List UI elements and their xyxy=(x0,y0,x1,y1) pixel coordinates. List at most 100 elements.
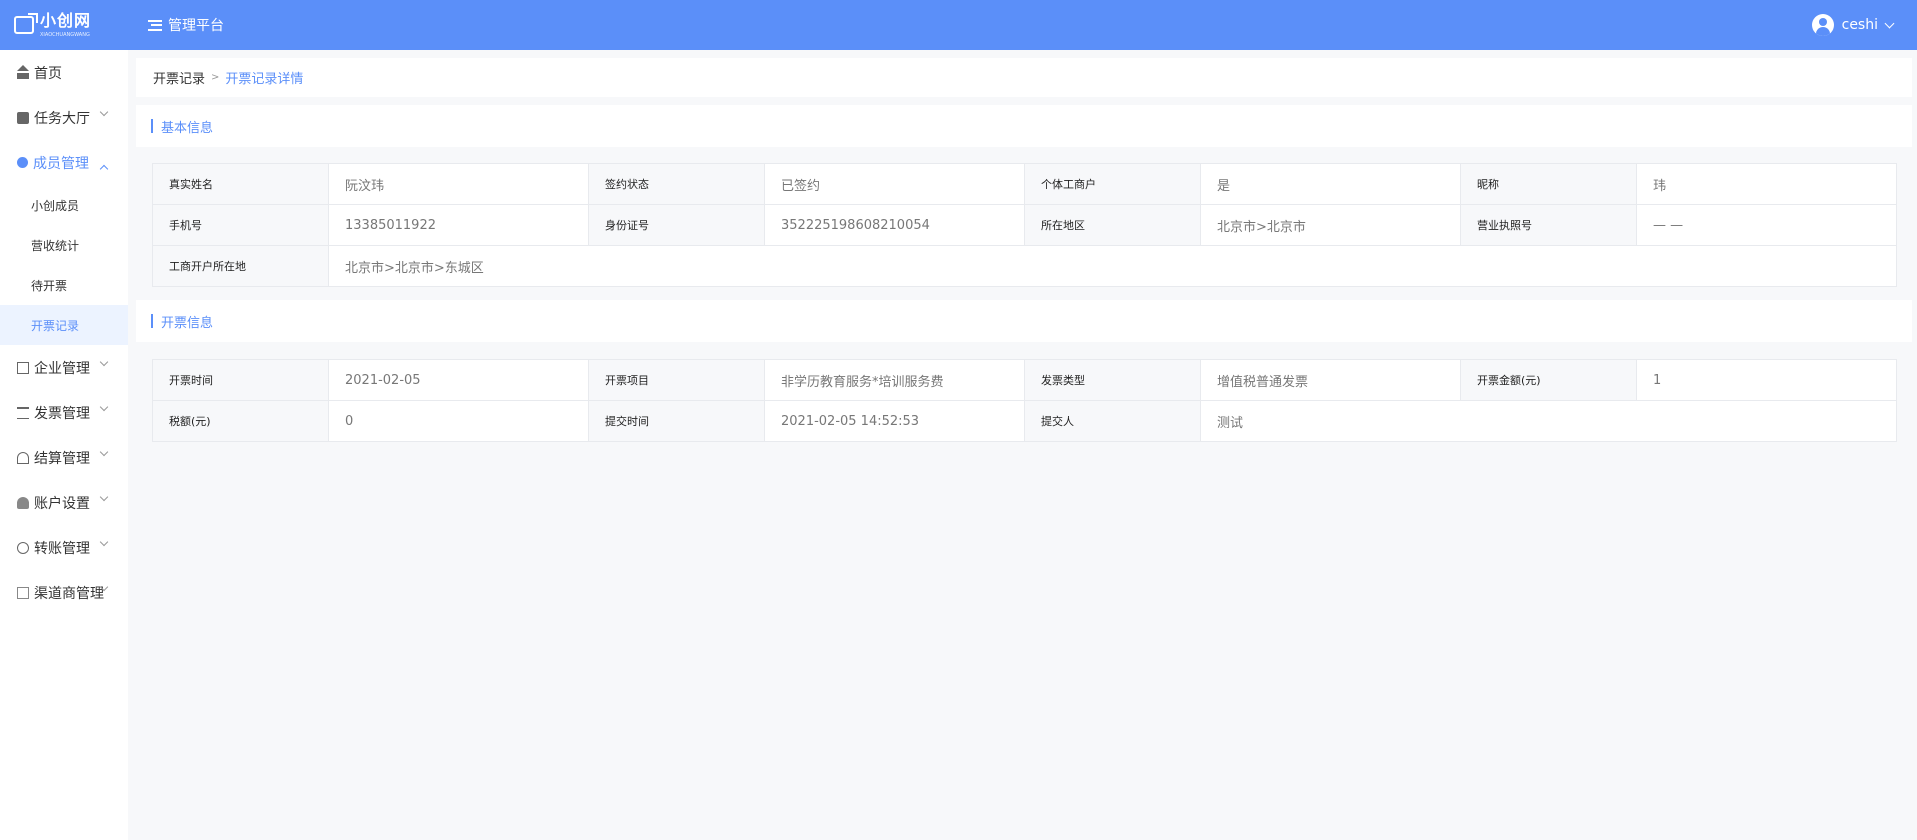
sidebar-subitem-revenue-stats[interactable]: 营收统计 xyxy=(0,225,128,265)
field-label: 开票金额(元) xyxy=(1460,359,1637,401)
chevron-down-icon xyxy=(99,492,109,502)
sidebar-item-member-management[interactable]: 成员管理 xyxy=(0,140,128,185)
field-value: 13385011922 xyxy=(328,204,589,246)
main-content: 开票记录 > 开票记录详情 基本信息 真实姓名 阮汶玮 签约状态 已签约 个体工… xyxy=(136,58,1912,442)
logo[interactable]: 小创网 XIAOCHUANGWANG xyxy=(0,10,128,38)
logo-icon xyxy=(14,13,38,34)
sidebar-subitem-pending-invoice[interactable]: 待开票 xyxy=(0,265,128,305)
logo-subtext: XIAOCHUANGWANG xyxy=(40,31,90,38)
sidebar-item-label: 结算管理 xyxy=(34,450,90,467)
chevron-down-icon xyxy=(1884,18,1895,28)
logo-text: 小创网 xyxy=(40,10,92,30)
field-label: 开票时间 xyxy=(152,359,329,401)
section-title-text: 基本信息 xyxy=(161,120,214,136)
section-title-invoice-info: 开票信息 xyxy=(136,300,1912,342)
chevron-down-icon xyxy=(99,107,109,117)
sidebar-subitem-label: 开票记录 xyxy=(31,318,80,333)
transfer-icon xyxy=(17,541,29,554)
field-value: 增值税普通发票 xyxy=(1200,359,1461,401)
field-value: 2021-02-05 xyxy=(328,359,589,401)
field-label: 昵称 xyxy=(1460,163,1637,205)
table-row: 真实姓名 阮汶玮 签约状态 已签约 个体工商户 是 昵称 玮 xyxy=(152,163,1897,205)
field-label: 税额(元) xyxy=(152,400,329,442)
sidebar-subitem-invoice-records[interactable]: 开票记录 xyxy=(0,305,128,345)
breadcrumb-current: 开票记录详情 xyxy=(225,72,304,87)
field-label: 个体工商户 xyxy=(1024,163,1201,205)
sidebar-item-label: 成员管理 xyxy=(33,155,89,172)
sidebar-item-transfer-management[interactable]: 转账管理 xyxy=(0,525,128,570)
settlement-icon xyxy=(17,451,29,464)
sidebar-subitem-label: 待开票 xyxy=(31,278,68,293)
sidebar-item-task-hall[interactable]: 任务大厅 xyxy=(0,95,128,140)
section-title-text: 开票信息 xyxy=(161,315,214,331)
sidebar-item-account-settings[interactable]: 账户设置 xyxy=(0,480,128,525)
field-value: 0 xyxy=(328,400,589,442)
invoice-info-table: 开票时间 2021-02-05 开票项目 非学历教育服务*培训服务费 发票类型 … xyxy=(152,359,1897,442)
section-title-basic-info: 基本信息 xyxy=(136,105,1912,147)
field-label: 签约状态 xyxy=(588,163,765,205)
sidebar-item-label: 首页 xyxy=(34,65,62,82)
field-label: 发票类型 xyxy=(1024,359,1201,401)
field-label: 手机号 xyxy=(152,204,329,246)
field-label: 所在地区 xyxy=(1024,204,1201,246)
chevron-up-icon xyxy=(99,164,109,174)
sidebar-subitem-members[interactable]: 小创成员 xyxy=(0,185,128,225)
field-value: 2021-02-05 14:52:53 xyxy=(764,400,1025,442)
sidebar-item-label: 渠道商管理 xyxy=(34,585,104,602)
sidebar-item-invoice-management[interactable]: 发票管理 xyxy=(0,390,128,435)
breadcrumb-parent[interactable]: 开票记录 xyxy=(153,68,205,87)
field-value: 非学历教育服务*培训服务费 xyxy=(764,359,1025,401)
field-label: 提交人 xyxy=(1024,400,1201,442)
task-icon xyxy=(17,111,29,124)
invoice-icon xyxy=(17,406,29,419)
sidebar-item-label: 转账管理 xyxy=(34,540,90,557)
field-label: 真实姓名 xyxy=(152,163,329,205)
chevron-down-icon xyxy=(99,537,109,547)
field-label: 提交时间 xyxy=(588,400,765,442)
field-value: 北京市>北京市>东城区 xyxy=(328,245,1897,287)
menu-toggle[interactable]: 管理平台 xyxy=(148,15,224,35)
username: ceshi xyxy=(1841,17,1878,33)
avatar-icon xyxy=(1811,14,1834,36)
sidebar-item-label: 企业管理 xyxy=(34,360,90,377)
user-menu[interactable]: ceshi xyxy=(1811,14,1895,36)
sidebar: 首页 任务大厅 成员管理 小创成员 营收统计 待开票 开票记录 企业管理 发票管… xyxy=(0,50,128,840)
field-label: 营业执照号 xyxy=(1460,204,1637,246)
sidebar-item-channel-management[interactable]: 渠道商管理 xyxy=(0,570,128,615)
home-icon xyxy=(17,64,29,79)
sidebar-item-label: 任务大厅 xyxy=(34,110,90,127)
sidebar-item-label: 发票管理 xyxy=(34,405,90,422)
breadcrumb: 开票记录 > 开票记录详情 xyxy=(136,58,1912,97)
field-value: 是 xyxy=(1200,163,1461,205)
menu-icon xyxy=(148,19,162,31)
logo-text-group: 小创网 XIAOCHUANGWANG xyxy=(40,10,92,38)
sidebar-subitem-label: 小创成员 xyxy=(31,198,80,213)
platform-title: 管理平台 xyxy=(168,18,224,34)
channel-icon xyxy=(17,586,29,599)
breadcrumb-separator: > xyxy=(211,72,220,83)
field-label: 开票项目 xyxy=(588,359,765,401)
invoice-info-panel: 开票时间 2021-02-05 开票项目 非学历教育服务*培训服务费 发票类型 … xyxy=(136,342,1912,442)
field-value: 阮汶玮 xyxy=(328,163,589,205)
basic-info-panel: 真实姓名 阮汶玮 签约状态 已签约 个体工商户 是 昵称 玮 手机号 13385… xyxy=(136,147,1912,300)
field-value: 已签约 xyxy=(764,163,1025,205)
member-icon xyxy=(17,157,28,168)
sidebar-item-settlement-management[interactable]: 结算管理 xyxy=(0,435,128,480)
table-row: 开票时间 2021-02-05 开票项目 非学历教育服务*培训服务费 发票类型 … xyxy=(152,359,1897,401)
top-bar: 小创网 XIAOCHUANGWANG 管理平台 ceshi xyxy=(0,0,1917,50)
account-icon xyxy=(17,496,29,509)
chevron-down-icon xyxy=(99,357,109,367)
chevron-down-icon xyxy=(99,447,109,457)
basic-info-table: 真实姓名 阮汶玮 签约状态 已签约 个体工商户 是 昵称 玮 手机号 13385… xyxy=(152,163,1897,287)
field-value: 测试 xyxy=(1200,400,1897,442)
sidebar-item-home[interactable]: 首页 xyxy=(0,50,128,95)
table-row: 手机号 13385011922 身份证号 352225198608210054 … xyxy=(152,204,1897,246)
field-label: 工商开户所在地 xyxy=(152,245,329,287)
sidebar-item-label: 账户设置 xyxy=(34,495,90,512)
field-value: 352225198608210054 xyxy=(764,204,1025,246)
sidebar-item-enterprise-management[interactable]: 企业管理 xyxy=(0,345,128,390)
table-row: 工商开户所在地 北京市>北京市>东城区 xyxy=(152,245,1897,287)
building-icon xyxy=(17,361,29,374)
chevron-down-icon xyxy=(99,402,109,412)
field-value: 玮 xyxy=(1636,163,1897,205)
